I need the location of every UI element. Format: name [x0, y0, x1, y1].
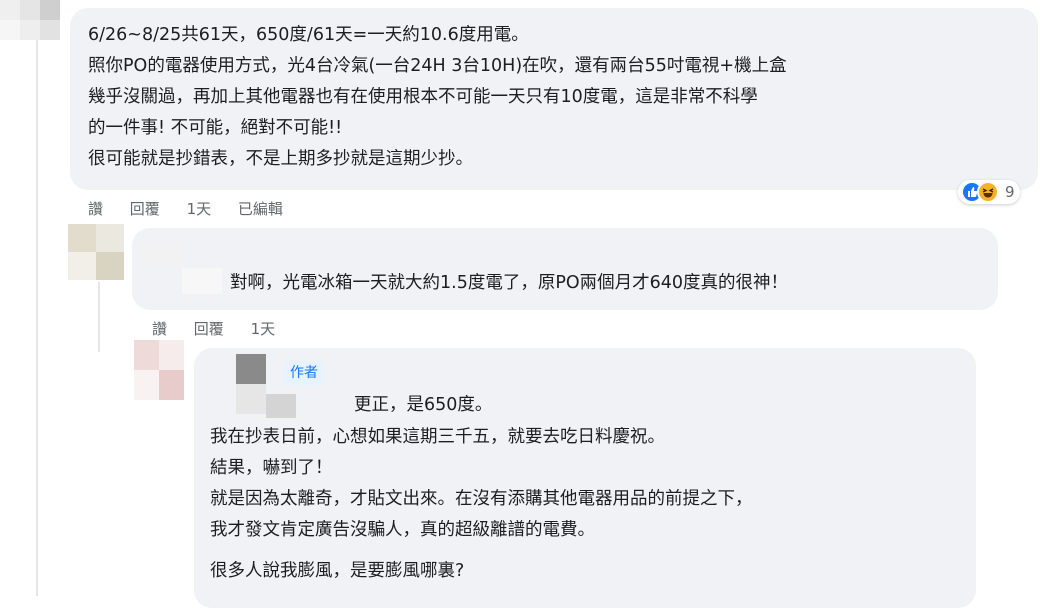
- comment-text-line: 照你PO的電器使用方式，光4台冷氣(一台24H 3台10H)在吹，還有兩台55吋…: [88, 56, 787, 76]
- comment-text-line: 很可能就是抄錯表，不是上期多抄就是這期少抄。: [88, 149, 473, 169]
- comment-text-line: 我才發文肯定廣告沒騙人，真的超級離譜的電費。: [210, 520, 595, 540]
- reaction-count: 9: [1005, 183, 1015, 201]
- redacted-name: [142, 242, 222, 294]
- comment-text-line: 對啊，光電冰箱一天就大約1.5度電了，原PO兩個月才640度真的很神！: [230, 273, 789, 293]
- timestamp[interactable]: 1天: [251, 320, 276, 338]
- comment-actions: 讚 回覆 1天: [152, 318, 297, 339]
- avatar: [134, 340, 184, 400]
- author-reply-bubble: 作者 更正，是650度。 我在抄表日前，心想如果這期三千五，就要去吃日料慶祝。 …: [194, 348, 976, 608]
- reply-button[interactable]: 回覆: [130, 200, 160, 218]
- comment-text-line: 結果，嚇到了！: [210, 458, 333, 478]
- comment-text-line: 就是因為太離奇，才貼文出來。在沒有添購其他電器用品的前提之下，: [210, 489, 753, 509]
- thread-line: [98, 282, 100, 352]
- like-button[interactable]: 讚: [152, 320, 167, 338]
- reply-bubble: 對啊，光電冰箱一天就大約1.5度電了，原PO兩個月才640度真的很神！: [132, 228, 998, 310]
- avatar: [0, 0, 60, 44]
- reply-button[interactable]: 回覆: [194, 320, 224, 338]
- comment-text-line: 我在抄表日前，心想如果這期三千五，就要去吃日料慶祝。: [210, 427, 665, 447]
- reaction-summary[interactable]: 9: [958, 180, 1020, 204]
- like-button[interactable]: 讚: [88, 200, 103, 218]
- thread-line: [36, 30, 38, 596]
- comment-text-line: 更正，是650度。: [354, 395, 493, 415]
- timestamp[interactable]: 1天: [187, 200, 212, 218]
- comment-actions: 讚 回覆 1天 已編輯: [88, 198, 305, 219]
- avatar: [68, 224, 124, 280]
- author-badge: 作者: [284, 361, 324, 385]
- edited-label: 已編輯: [237, 200, 283, 218]
- comment-text-line: 6/26~8/25共61天，650度/61天=一天約10.6度用電。: [88, 25, 529, 45]
- comment-text-line: 的一件事! 不可能，絕對不可能!!: [88, 118, 343, 138]
- comment-text-line: 幾乎沒關過，再加上其他電器也有在使用根本不可能一天只有10度電，這是非常不科學: [88, 87, 758, 107]
- comment-text-line: 很多人說我膨風，是要膨風哪裏?: [210, 561, 465, 581]
- haha-icon: [977, 181, 999, 203]
- comment-bubble: 6/26~8/25共61天，650度/61天=一天約10.6度用電。 照你PO的…: [70, 8, 1038, 190]
